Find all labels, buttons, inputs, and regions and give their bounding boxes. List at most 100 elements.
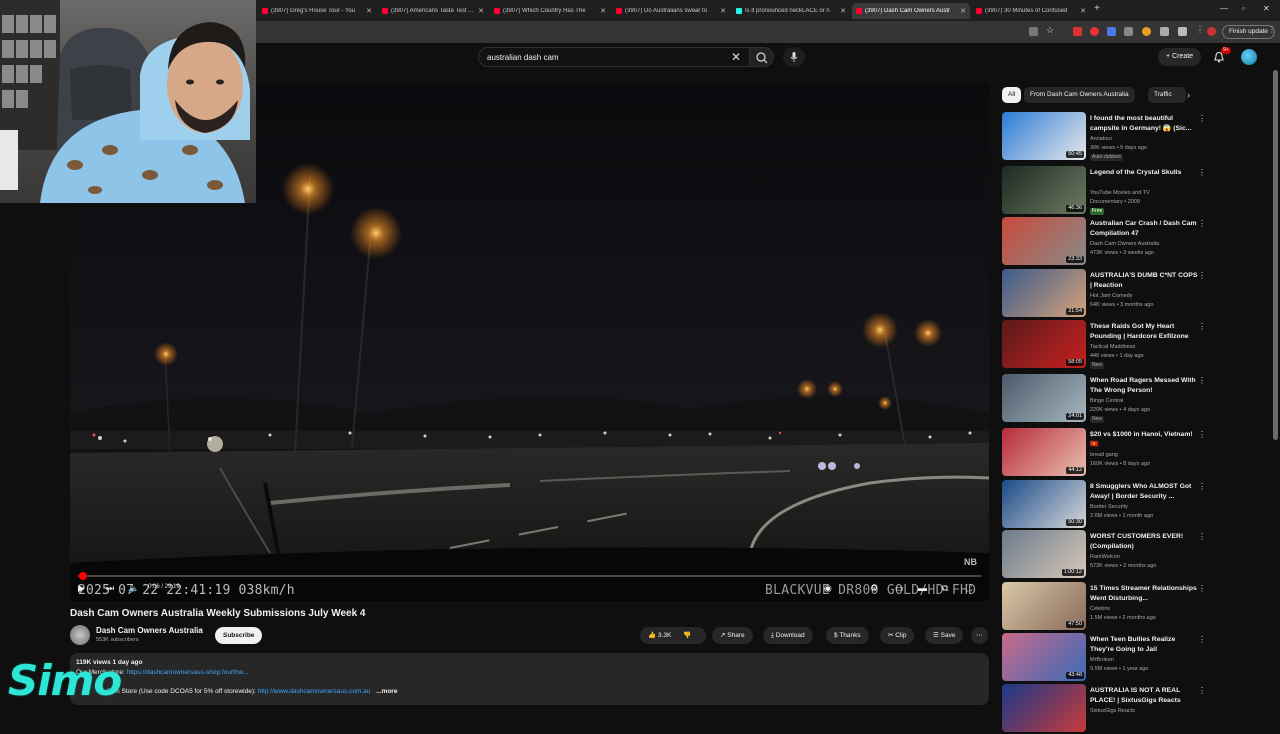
channel-name[interactable]: Border Security — [1090, 504, 1128, 510]
video-thumbnail[interactable]: 47:50 — [1002, 582, 1086, 630]
more-options-icon[interactable]: ⋮ — [1198, 584, 1206, 593]
volume-icon[interactable]: 🔈 — [128, 583, 139, 594]
browser-tab[interactable]: (3907) Which Country Has The ✕ — [490, 3, 610, 19]
recommended-video[interactable]: 23:33 Australian Car Crash / Dash Cam Com… — [1002, 217, 1207, 267]
browser-tab[interactable]: (3907) Americans Taste Test Au ✕ — [378, 3, 488, 19]
save-button[interactable]: ☰ Save — [925, 627, 964, 644]
more-actions-button[interactable]: ⋯ — [971, 627, 988, 644]
window-close-icon[interactable]: ✕ — [1263, 4, 1270, 13]
next-video-icon[interactable]: ⏭ — [106, 583, 114, 594]
screenshot-icon[interactable] — [1029, 27, 1038, 36]
recommended-video[interactable]: 47:50 15 Times Streamer Relationships Wen… — [1002, 582, 1207, 632]
channel-name[interactable]: Binge Central — [1090, 398, 1123, 404]
subscribe-button[interactable]: Subscribe — [215, 627, 263, 644]
cast-icon[interactable]: ⧉ — [942, 583, 948, 594]
settings-gear-icon[interactable]: ⚙ — [870, 583, 878, 594]
fullscreen-icon[interactable]: ⛶ — [966, 583, 972, 594]
close-tab-icon[interactable]: ✕ — [600, 7, 606, 15]
video-title[interactable]: WORST CUSTOMERS EVER! (Compilation) — [1090, 532, 1198, 552]
video-title[interactable]: Legend of the Crystal Skulls — [1090, 168, 1198, 178]
close-tab-icon[interactable]: ✕ — [720, 7, 726, 15]
more-options-icon[interactable]: ⋮ — [1198, 532, 1206, 541]
download-icon[interactable] — [1178, 27, 1187, 36]
play-pause-icon[interactable]: ▶ — [78, 583, 85, 594]
channel-name[interactable]: SixtusGigs Reacts — [1090, 708, 1135, 714]
search-input[interactable]: australian dash cam ✕ — [478, 47, 750, 67]
more-options-icon[interactable]: ⋮ — [1198, 635, 1206, 644]
clear-search-icon[interactable]: ✕ — [731, 50, 741, 64]
video-thumbnail[interactable]: 24:01 — [1002, 374, 1086, 422]
download-button[interactable]: ⤓ Download — [763, 627, 813, 644]
progress-bar[interactable] — [78, 572, 981, 580]
close-tab-icon[interactable]: ✕ — [366, 7, 372, 15]
recommended-video[interactable]: 24:01 When Road Ragers Messed With The Wr… — [1002, 374, 1207, 424]
browser-tab[interactable]: (3907) Greg's House Tour - You ✕ — [258, 3, 376, 19]
recommended-video[interactable]: 43:48 When Teen Bullies Realize They're G… — [1002, 633, 1207, 683]
video-title[interactable]: AUSTRALIA IS NOT A REAL PLACE! | SixtusG… — [1090, 686, 1198, 706]
video-title[interactable]: $20 vs $1000 in Hanoi, Vietnam! 🇻🇳 — [1090, 430, 1198, 450]
new-tab-button[interactable]: + — [1094, 3, 1100, 14]
video-thumbnail[interactable]: 21:54 — [1002, 269, 1086, 317]
more-options-icon[interactable]: ⋮ — [1198, 219, 1206, 228]
recommended-video[interactable]: 44:12 $20 vs $1000 in Hanoi, Vietnam! 🇻🇳 b… — [1002, 428, 1207, 478]
video-title[interactable]: AUSTRALIA'S DUMB C*NT COPS | Reaction — [1090, 271, 1198, 291]
user-avatar[interactable] — [1241, 49, 1257, 65]
video-thumbnail[interactable]: 58:05 — [1002, 320, 1086, 368]
maximize-icon[interactable]: ▫ — [1242, 4, 1245, 13]
bookmark-star-icon[interactable]: ☆ — [1046, 25, 1055, 35]
channel-name[interactable]: RamWelcon — [1090, 554, 1120, 560]
channel-name[interactable]: Dash Cam Owners Australia — [96, 626, 203, 635]
video-thumbnail[interactable]: 43:48 — [1002, 633, 1086, 681]
video-thumbnail[interactable]: 23:33 — [1002, 217, 1086, 265]
chip-all[interactable]: All — [1002, 87, 1022, 103]
create-button[interactable]: + Create — [1158, 48, 1202, 66]
thanks-button[interactable]: $ Thanks — [826, 627, 869, 644]
video-title[interactable]: These Raids Got My Heart Pounding | Hard… — [1090, 322, 1198, 342]
channel-name[interactable]: YouTube Movies and TV — [1090, 190, 1150, 196]
chip-traffic[interactable]: Traffic — [1148, 87, 1186, 103]
video-title[interactable]: Australian Car Crash / Dash Cam Compilat… — [1090, 219, 1198, 239]
minimize-icon[interactable]: — — [1220, 4, 1228, 13]
channel-name[interactable]: Dash Cam Owners Australia — [1090, 241, 1159, 247]
browser-tab[interactable]: (3907) Do Australians swear to ✕ — [612, 3, 730, 19]
video-title[interactable]: When Road Ragers Messed With The Wrong P… — [1090, 376, 1198, 396]
extension-icon[interactable] — [1090, 27, 1099, 36]
recommended-video[interactable]: 58:05 These Raids Got My Heart Pounding |… — [1002, 320, 1207, 370]
recommended-video[interactable]: 46:36 Legend of the Crystal Skulls YouTube… — [1002, 166, 1207, 216]
scrollbar[interactable] — [1273, 70, 1278, 440]
channel-name[interactable]: bread gang — [1090, 452, 1118, 458]
like-button[interactable]: 👍 3.3K — [648, 632, 671, 639]
more-options-icon[interactable]: ⋮ — [1198, 376, 1206, 385]
more-options-icon[interactable]: ⋮ — [1198, 168, 1206, 177]
close-tab-icon[interactable]: ✕ — [1080, 7, 1086, 15]
video-thumbnail[interactable]: 1:00:12 — [1002, 530, 1086, 578]
extensions-puzzle-icon[interactable] — [1160, 27, 1169, 36]
video-thumbnail[interactable] — [1002, 684, 1086, 732]
video-title[interactable]: When Teen Bullies Realize They're Going … — [1090, 635, 1198, 655]
close-tab-icon[interactable]: ✕ — [840, 7, 846, 15]
recommended-video[interactable]: 1:00:12 WORST CUSTOMERS EVER! (Compilatio… — [1002, 530, 1207, 580]
video-title[interactable]: I found the most beautiful campsite in G… — [1090, 114, 1198, 134]
theater-mode-icon[interactable]: ▬ — [918, 583, 927, 593]
search-button[interactable] — [750, 47, 774, 67]
channel-name[interactable]: MrBroken — [1090, 657, 1114, 663]
channel-name[interactable]: Celebrix — [1090, 606, 1110, 612]
channel-name[interactable]: Annatour — [1090, 136, 1112, 142]
autoplay-toggle[interactable]: ◉ — [824, 583, 832, 594]
channel-name[interactable]: Hot Jam Comedy — [1090, 293, 1133, 299]
recommended-video[interactable]: 21:54 AUSTRALIA'S DUMB C*NT COPS | Reacti… — [1002, 269, 1207, 319]
more-options-icon[interactable]: ⋮ — [1198, 114, 1206, 123]
more-icon[interactable]: ⋮ — [1268, 25, 1277, 34]
more-options-icon[interactable]: ⋮ — [1198, 686, 1206, 695]
more-options-icon[interactable]: ⋮ — [1198, 322, 1206, 331]
extension-icon[interactable] — [1142, 27, 1151, 36]
voice-search-button[interactable] — [783, 47, 805, 67]
extension-icon[interactable] — [1124, 27, 1133, 36]
close-tab-icon[interactable]: ✕ — [478, 7, 484, 15]
recommended-video[interactable]: 50:30 8 Smugglers Who ALMOST Got Away! | … — [1002, 480, 1207, 530]
channel-avatar[interactable] — [70, 625, 90, 645]
merch-link[interactable]: https://dashcamownersaus-shop.fourthw... — [127, 669, 249, 676]
extension-icon[interactable] — [1073, 27, 1082, 36]
more-options-icon[interactable]: ⋮ — [1198, 482, 1206, 491]
show-more-button[interactable]: ...more — [376, 688, 397, 695]
